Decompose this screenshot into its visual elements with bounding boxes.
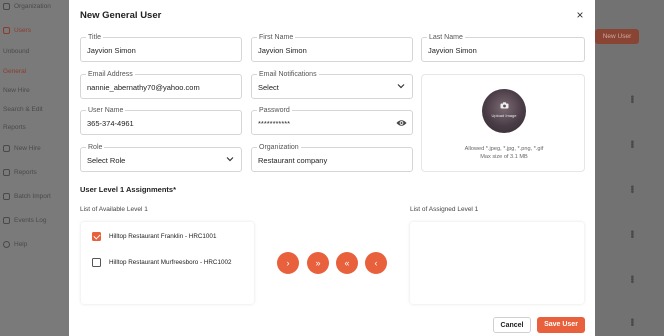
email-notifications-select[interactable]: Email Notifications Select [251, 70, 413, 99]
users-icon [3, 27, 10, 34]
bg-more-icon: ••• [626, 230, 637, 238]
upload-image-text: Upload Image [491, 113, 517, 118]
assigned-list [410, 222, 584, 304]
list-item[interactable]: Hilltop Restaurant Franklin - HRC1001 [92, 232, 216, 241]
assigned-list-label: List of Assigned Level 1 [410, 206, 479, 213]
last-name-field[interactable]: Last Name Jayvion Simon [421, 33, 585, 62]
title-field[interactable]: Title Jayvion Simon [80, 33, 242, 62]
bg-nav-item: Users [3, 27, 31, 34]
allowed-types-text: Allowed *.jpeg, *.jpg, *.png, *.gif [464, 146, 544, 152]
cancel-button[interactable]: Cancel [493, 317, 531, 333]
upload-image-button[interactable]: Upload Image [482, 89, 526, 133]
user-name-field[interactable]: User Name 365-374-4961 [80, 106, 242, 135]
bg-nav-item: New Hire [3, 87, 30, 94]
bg-nav-item: New Hire [3, 145, 41, 152]
background-sidebar: Organization Users Unbound General New H… [0, 0, 70, 336]
max-size-text: Max size of 3.1 MB [480, 154, 528, 160]
email-field[interactable]: Email Address nannie_abernathy70@yahoo.c… [80, 70, 242, 99]
bg-nav-item: Reports [3, 124, 26, 131]
last-name-value: Jayvion Simon [428, 46, 477, 55]
building-icon [3, 3, 10, 10]
import-icon [3, 193, 10, 200]
modal-title: New General User [80, 10, 162, 21]
save-user-button[interactable]: Save User [537, 317, 585, 333]
upload-hint: Allowed *.jpeg, *.jpg, *.png, *.gif Max … [422, 145, 586, 161]
bg-more-icon: ••• [626, 95, 637, 103]
role-select[interactable]: Role Select Role [80, 143, 242, 172]
list-item-label: Hilltop Restaurant Franklin - HRC1001 [109, 233, 217, 240]
last-name-label: Last Name [427, 33, 465, 42]
list-item[interactable]: Hilltop Restaurant Murfreesboro - HRC100… [92, 258, 232, 267]
user-name-value: 365-374-4961 [87, 119, 134, 128]
eye-icon[interactable] [396, 118, 407, 128]
assignments-title: User Level 1 Assignments* [80, 185, 177, 194]
new-user-modal: New General User × Title Jayvion Simon F… [69, 0, 595, 336]
move-all-left-button[interactable]: « [336, 252, 358, 274]
bg-nav-item: Organization [3, 3, 51, 10]
checkbox[interactable] [92, 258, 101, 267]
password-label: Password [257, 106, 292, 115]
available-list-label: List of Available Level 1 [80, 206, 148, 213]
report-icon [3, 169, 10, 176]
move-all-right-button[interactable]: » [307, 252, 329, 274]
available-list: Hilltop Restaurant Franklin - HRC1001 Hi… [81, 222, 254, 304]
user-name-label: User Name [86, 106, 126, 115]
bg-nav-item: General [3, 68, 27, 75]
move-right-button[interactable]: › [277, 252, 299, 274]
first-name-field[interactable]: First Name Jayvion Simon [251, 33, 413, 62]
close-icon[interactable]: × [574, 8, 586, 22]
title-field-label: Title [86, 33, 103, 42]
bg-nav-item: Batch Import [3, 193, 51, 200]
organization-field[interactable]: Organization Restaurant company [251, 143, 413, 172]
bg-nav-item: Unbound [3, 48, 30, 55]
image-upload-box: Upload Image Allowed *.jpeg, *.jpg, *.pn… [421, 74, 585, 172]
list-item-label: Hilltop Restaurant Murfreesboro - HRC100… [109, 259, 232, 266]
bg-nav-item: Events Log [3, 217, 47, 224]
first-name-label: First Name [257, 33, 296, 42]
camera-icon [500, 102, 509, 109]
email-value: nannie_abernathy70@yahoo.com [87, 83, 200, 92]
bg-nav-item: Search & Edit [3, 106, 43, 113]
title-field-value: Jayvion Simon [87, 46, 136, 55]
role-value: Select Role [87, 156, 126, 165]
bg-more-icon: ••• [626, 275, 637, 283]
help-icon [3, 241, 10, 248]
password-value: *********** [258, 119, 291, 128]
bg-more-icon: ••• [626, 318, 637, 326]
bg-nav-item: Reports [3, 169, 37, 176]
organization-label: Organization [257, 143, 301, 152]
bg-new-user-button: New User [595, 29, 639, 44]
user-add-icon [3, 145, 10, 152]
password-field[interactable]: Password *********** [251, 106, 413, 135]
role-label: Role [86, 143, 105, 152]
bg-nav-item: Help [3, 241, 27, 248]
email-notifications-label: Email Notifications [257, 70, 319, 79]
move-left-button[interactable]: ‹ [365, 252, 387, 274]
bg-more-icon: ••• [626, 185, 637, 193]
chevron-down-icon [226, 157, 234, 162]
chevron-down-icon [397, 84, 405, 89]
organization-value: Restaurant company [258, 156, 328, 165]
email-notifications-value: Select [258, 83, 279, 92]
log-icon [3, 217, 10, 224]
checkbox-checked[interactable] [92, 232, 101, 241]
first-name-value: Jayvion Simon [258, 46, 307, 55]
email-label: Email Address [86, 70, 135, 79]
bg-more-icon: ••• [626, 140, 637, 148]
